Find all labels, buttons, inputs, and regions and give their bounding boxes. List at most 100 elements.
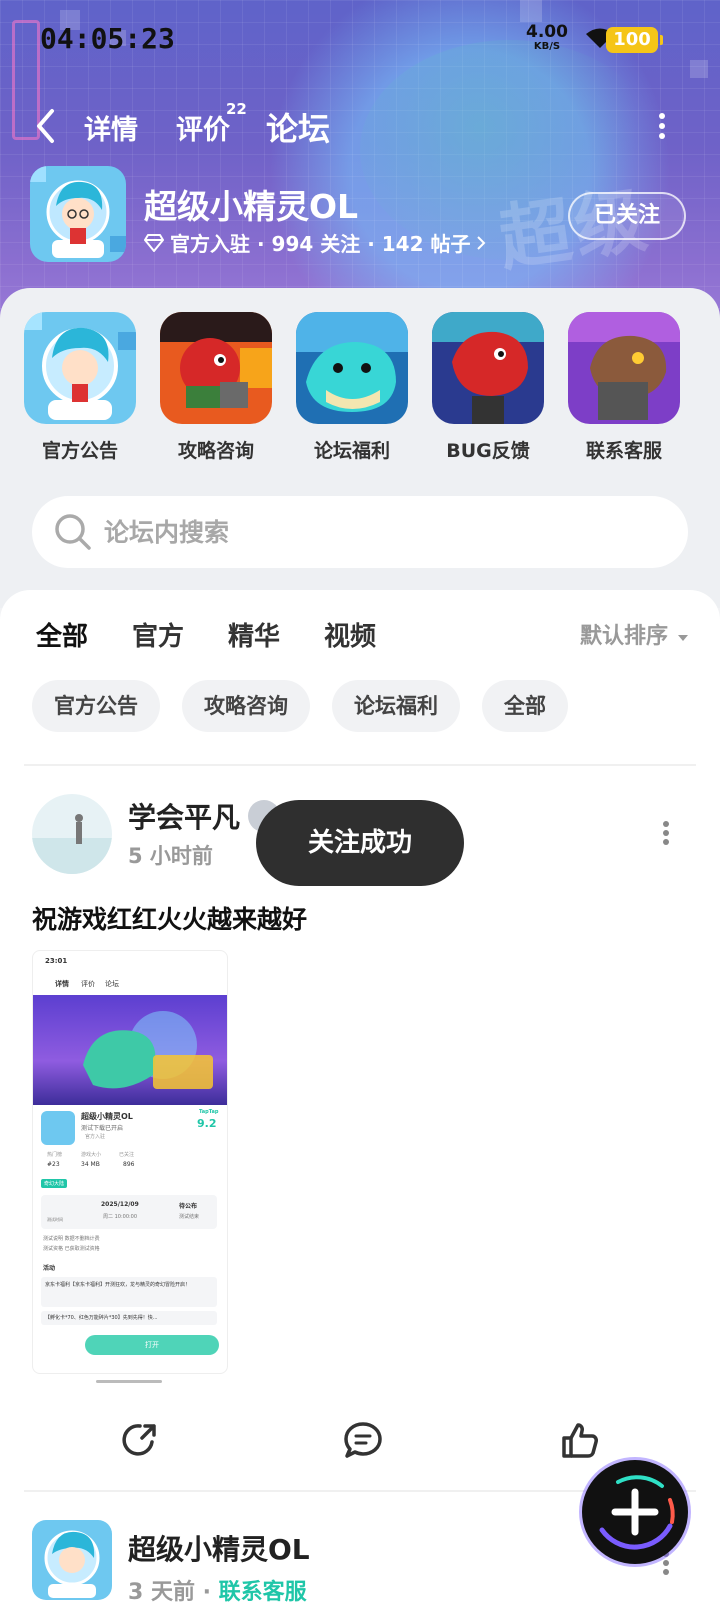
tab-reviews[interactable]: 评价 [176,108,230,147]
filter-chip[interactable]: 全部 [482,680,568,732]
comment-icon[interactable] [342,1420,384,1460]
more-options-icon[interactable] [658,112,666,140]
status-time: 04:05:23 [40,22,175,55]
share-icon[interactable] [120,1420,160,1460]
feed-tab-all[interactable]: 全部 [36,616,89,655]
following-button[interactable]: 已关注 [568,192,686,240]
game-stats[interactable]: 官方入驻 · 994 关注 · 142 帖子 [144,228,486,257]
mini-activity-header: 活动 [43,1265,56,1272]
category-label: 联系客服 [585,440,662,462]
game-avatar-image [32,1520,112,1600]
filter-chip[interactable]: 攻略咨询 [182,680,310,732]
mini-tab: 论坛 [105,980,119,988]
mini-stat-label: 已关注 [119,1152,135,1158]
mini-game-info: 超级小精灵OL 测试下载已开启 官方入驻 TapTap 9.2 热门榜 #23 … [33,1105,227,1175]
category-bug-report[interactable]: BUG反馈 [432,312,544,463]
mini-time: 23:01 [45,957,68,965]
mini-stat-value: 896 [123,1161,135,1168]
mini-stat-label: 热门榜 [47,1152,63,1158]
mini-game-name: 超级小精灵OL [81,1112,133,1121]
chevron-right-icon [477,235,486,250]
mini-activity-2: 【孵化卡*70、红色万能碎片*30】先到先得！快... [41,1311,217,1325]
diamond-icon [144,233,164,252]
game-character-icon [30,166,126,262]
network-speed: 4.00 KB/S [526,24,568,52]
avatar[interactable] [32,794,112,874]
mini-rule: 测试说明 数据不删档计费 [43,1236,100,1242]
welfare-icon [296,312,408,424]
post-timestamp: 3 天前 [128,1580,195,1605]
post-screenshot-image[interactable]: 23:01 详情 评价 论坛 超级小精灵OL 测试下载已开启 官方入驻 TapT… [32,950,228,1374]
mini-test-end: 待公布 [179,1203,198,1210]
tab-details[interactable]: 详情 [84,108,138,147]
mini-test-end-label: 测试结束 [179,1214,200,1220]
back-arrow-icon[interactable] [34,108,58,144]
create-post-button[interactable] [582,1460,688,1564]
category-label: 论坛福利 [313,440,390,462]
post-title[interactable]: 祝游戏红红火火越来越好 [32,900,307,936]
category-official-announcement[interactable]: 官方公告 [24,312,136,463]
filter-chip[interactable]: 论坛福利 [332,680,460,732]
avatar[interactable] [32,1520,112,1600]
network-speed-unit: KB/S [533,41,561,52]
mini-rule: 测试资格 已获取测试资格 [43,1246,100,1252]
feed-tab-official[interactable]: 官方 [132,616,184,653]
mini-test-badge: 奇幻大陆 [41,1179,68,1188]
feed-tab-featured[interactable]: 精华 [228,616,280,653]
plus-icon [599,1475,675,1550]
category-label: 官方公告 [41,440,118,462]
post-meta: 3 天前 · 联系客服 [128,1580,307,1605]
banner-pixel [690,60,708,78]
sort-dropdown[interactable]: 默认排序 [580,618,690,650]
battery-indicator: 100 [606,27,663,53]
mini-stat-value: #23 [47,1161,60,1168]
mini-status-bar: 23:01 [33,951,227,973]
mini-activity-1: 京东卡福利【京东卡福利】开测狂欢，龙与精灵的奇幻冒险开启！ [41,1277,217,1307]
mini-banner [33,995,227,1105]
mini-test-panel: 测试时间 2025/12/09 周二 10:00:00 待公布 测试结束 [41,1195,217,1229]
game-icon[interactable] [30,166,126,262]
category-customer-service[interactable]: 联系客服 [568,312,680,463]
beach-avatar-image [32,794,112,874]
category-strategy[interactable]: 攻略咨询 [160,312,272,463]
post-author-name[interactable]: 学会平凡 [128,796,240,836]
forum-feed: 全部 官方 精华 视频 默认排序 官方公告 攻略咨询 论坛福利 全部 学会平凡 … [0,590,720,1608]
post-category-tag[interactable]: 联系客服 [219,1580,307,1605]
mini-open-button: 打开 [85,1335,219,1355]
announcement-icon [24,312,136,424]
bug-report-icon [432,312,544,424]
follow-success-toast: 关注成功 [256,800,464,886]
search-input[interactable] [104,517,644,547]
mini-dragon-art [83,1011,213,1089]
game-stats-text: 官方入驻 · 994 关注 · 142 帖子 [170,232,471,256]
mini-subtitle: 测试下载已开启 [81,1125,124,1132]
mini-test-time: 周二 10:00:00 [103,1214,138,1220]
mini-tab: 详情 [55,980,69,988]
network-speed-value: 4.00 [526,22,568,42]
mini-test-start-label: 测试时间 [47,1217,63,1222]
mini-test-date: 2025/12/09 [101,1201,139,1208]
mini-game-icon [41,1111,75,1145]
search-icon [55,514,91,550]
category-label: 攻略咨询 [177,440,254,462]
mini-activity-text: 【孵化卡*70、红色万能碎片*30】先到先得！快... [45,1315,158,1321]
forum-search-bar[interactable] [32,496,688,568]
banner-pixel [520,0,542,22]
mini-activity-text: 京东卡福利【京东卡福利】开测狂欢，龙与精灵的奇幻冒险开启！ [45,1282,191,1288]
feed-tab-video[interactable]: 视频 [324,616,376,653]
caret-down-icon [677,635,688,641]
mini-rating-brand: TapTap [199,1109,219,1115]
strategy-icon [160,312,272,424]
post-more-icon[interactable] [662,820,670,846]
category-welfare[interactable]: 论坛福利 [296,312,408,463]
reviews-count-badge: 22 [226,100,247,118]
tab-forum[interactable]: 论坛 [266,104,331,150]
post-author-name[interactable]: 超级小精灵OL [128,1528,310,1568]
mini-rating: 9.2 [197,1117,217,1130]
mini-tab: 评价 [81,980,95,988]
filter-chip[interactable]: 官方公告 [32,680,160,732]
game-title: 超级小精灵OL [144,187,359,226]
category-label: BUG反馈 [446,440,530,462]
like-icon[interactable] [560,1420,600,1460]
customer-service-icon [568,312,680,424]
